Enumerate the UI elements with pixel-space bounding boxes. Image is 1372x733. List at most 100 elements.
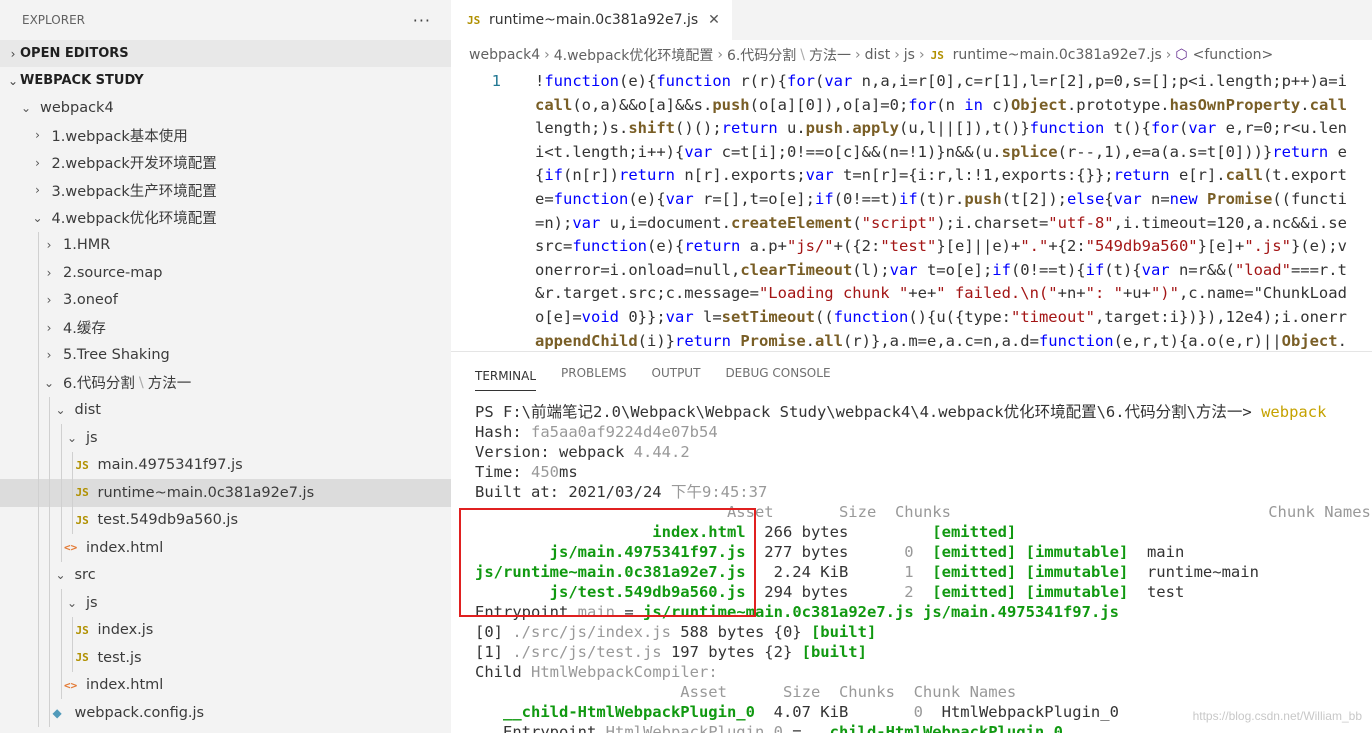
indent-guide: [60, 534, 62, 562]
tab-runtime-main[interactable]: JS runtime~main.0c381a92e7.js ✕: [451, 0, 732, 40]
file-tree: ⌄ webpack4 › 1.webpack基本使用 › 2.webpack开发环境配置 ›…: [0, 94, 451, 727]
tree-item[interactable]: ⌄ 4.webpack优化环境配置: [0, 204, 451, 232]
indent-guide: [60, 589, 62, 617]
tree-item-label: runtime~main.0c381a92e7.js: [97, 484, 315, 501]
tree-item[interactable]: › 1.webpack基本使用: [0, 122, 451, 150]
tree-item[interactable]: JS test.549db9a560.js: [0, 506, 451, 534]
tree-item[interactable]: JS index.js: [0, 616, 451, 644]
tree-item-label: test.549db9a560.js: [97, 512, 239, 529]
indent-guide: [60, 506, 62, 534]
breadcrumb-item[interactable]: 方法一: [809, 45, 851, 65]
tree-item-label: webpack4: [40, 99, 114, 116]
tree-item[interactable]: <> index.html: [0, 534, 451, 562]
tree-item-label: 方法一: [147, 376, 192, 393]
line-number: 1: [491, 72, 501, 90]
tab-debug-console[interactable]: DEBUG CONSOLE: [725, 352, 830, 394]
tree-item[interactable]: › 3.webpack生产环境配置: [0, 177, 451, 205]
tree-item[interactable]: › 3.oneof: [0, 286, 451, 314]
tree-item[interactable]: › 1.HMR: [0, 231, 451, 259]
chevron-right-icon: ›: [35, 183, 40, 198]
chevron-right-icon: ›: [35, 155, 40, 170]
tree-item-label: src: [74, 567, 96, 584]
tree-item[interactable]: › 4.缓存: [0, 314, 451, 342]
tree-item-label: index.html: [86, 677, 164, 694]
js-file-icon: JS: [75, 513, 89, 527]
child-label: Child: [475, 663, 522, 681]
tree-item[interactable]: ⌄ 6.代码分割 \ 方法一: [0, 369, 451, 397]
tree-item[interactable]: ⌄ src: [0, 561, 451, 589]
html-file-icon: <>: [64, 678, 78, 692]
indent-guide: [37, 616, 39, 644]
tree-item-label: 3.oneof: [63, 292, 118, 309]
tab-problems[interactable]: PROBLEMS: [561, 352, 627, 394]
tree-item[interactable]: ⌄ webpack4: [0, 94, 451, 122]
tree-item-label: index.html: [86, 539, 164, 556]
indent-guide: [49, 671, 50, 699]
breadcrumb-item[interactable]: 6.代码分割: [727, 45, 796, 65]
breadcrumb-item[interactable]: dist: [865, 47, 891, 63]
highlight-box: [459, 508, 756, 617]
indent-guide: [37, 286, 39, 314]
tree-item[interactable]: ⌄ js: [0, 589, 451, 617]
time-unit: ms: [559, 463, 578, 481]
indent-guide: [37, 589, 39, 617]
tab-terminal[interactable]: TERMINAL: [475, 361, 537, 391]
indent-guide: [37, 561, 39, 589]
tab-label: runtime~main.0c381a92e7.js: [489, 12, 699, 28]
time-value: 450: [531, 463, 560, 481]
chevron-right-icon: ›: [544, 47, 550, 63]
watermark: https://blog.csdn.net/William_bb: [1192, 709, 1362, 723]
open-editors-label: OPEN EDITORS: [20, 46, 129, 61]
breadcrumb-item[interactable]: 4.webpack优化环境配置: [554, 45, 714, 65]
code-line: onerror=i.onload=null,clearTimeout(l);va…: [535, 260, 1347, 279]
tree-item[interactable]: <> index.html: [0, 671, 451, 699]
tab-output[interactable]: OUTPUT: [652, 352, 701, 394]
breadcrumb-item[interactable]: <function>: [1193, 47, 1274, 63]
tree-item-label: 4.缓存: [63, 321, 106, 338]
breadcrumb-item[interactable]: webpack4: [469, 47, 540, 63]
workspace-section[interactable]: ⌄ WEBPACK STUDY: [0, 67, 451, 94]
code-editor[interactable]: 1 !function(e){function r(r){for(var n,a…: [451, 70, 1372, 351]
chevron-down-icon: ⌄: [66, 595, 78, 610]
tree-item[interactable]: › 2.source-map: [0, 259, 451, 287]
more-actions-icon[interactable]: ···: [413, 11, 431, 30]
tree-item[interactable]: JS main.4975341f97.js: [0, 451, 451, 479]
explorer-header: EXPLORER ···: [0, 0, 451, 40]
chevron-down-icon: ⌄: [32, 210, 43, 225]
indent-guide: [49, 396, 50, 424]
tree-item[interactable]: JS runtime~main.0c381a92e7.js: [0, 479, 451, 507]
indent-guide: [72, 451, 73, 479]
tree-item[interactable]: › 5.Tree Shaking: [0, 341, 451, 369]
hash-label: Hash:: [475, 423, 522, 441]
indent-guide: [37, 341, 39, 369]
indent-guide: [72, 506, 73, 534]
close-icon[interactable]: ✕: [708, 12, 720, 28]
open-editors-section[interactable]: › OPEN EDITORS: [0, 40, 451, 67]
indent-guide: [49, 561, 50, 589]
code-line: =n);var u,i=document.createElement("scri…: [535, 213, 1347, 232]
tree-item-label: 6.代码分割: [63, 376, 135, 393]
indent-guide: [72, 616, 73, 644]
chevron-down-icon: ⌄: [55, 403, 66, 418]
indent-guide: [60, 644, 62, 672]
panel-tabs: TERMINAL PROBLEMS OUTPUT DEBUG CONSOLE: [451, 352, 1372, 394]
indent-guide: [37, 369, 39, 397]
tree-item[interactable]: › 2.webpack开发环境配置: [0, 149, 451, 177]
tree-item[interactable]: JS test.js: [0, 644, 451, 672]
tree-item-label: 2.webpack开发环境配置: [51, 156, 217, 173]
tree-item[interactable]: ◆ webpack.config.js: [0, 699, 451, 727]
tree-item-label: main.4975341f97.js: [97, 457, 243, 474]
breadcrumb-item[interactable]: js: [904, 47, 915, 63]
tree-item[interactable]: ⌄ dist: [0, 396, 451, 424]
indent-guide: [60, 479, 62, 507]
indent-guide: [49, 424, 50, 452]
indent-guide: [37, 534, 39, 562]
indent-guide: [60, 616, 62, 644]
built-time: 下午9:45:37: [670, 483, 768, 501]
indent-guide: [37, 231, 39, 259]
code-line: i<t.length;i++){var c=t[i];0!==o[c]&&(n=…: [535, 142, 1347, 161]
tree-item[interactable]: ⌄ js: [0, 424, 451, 452]
path-separator: \: [138, 374, 144, 391]
indent-guide: [37, 451, 39, 479]
breadcrumb-item[interactable]: runtime~main.0c381a92e7.js: [953, 47, 1162, 63]
